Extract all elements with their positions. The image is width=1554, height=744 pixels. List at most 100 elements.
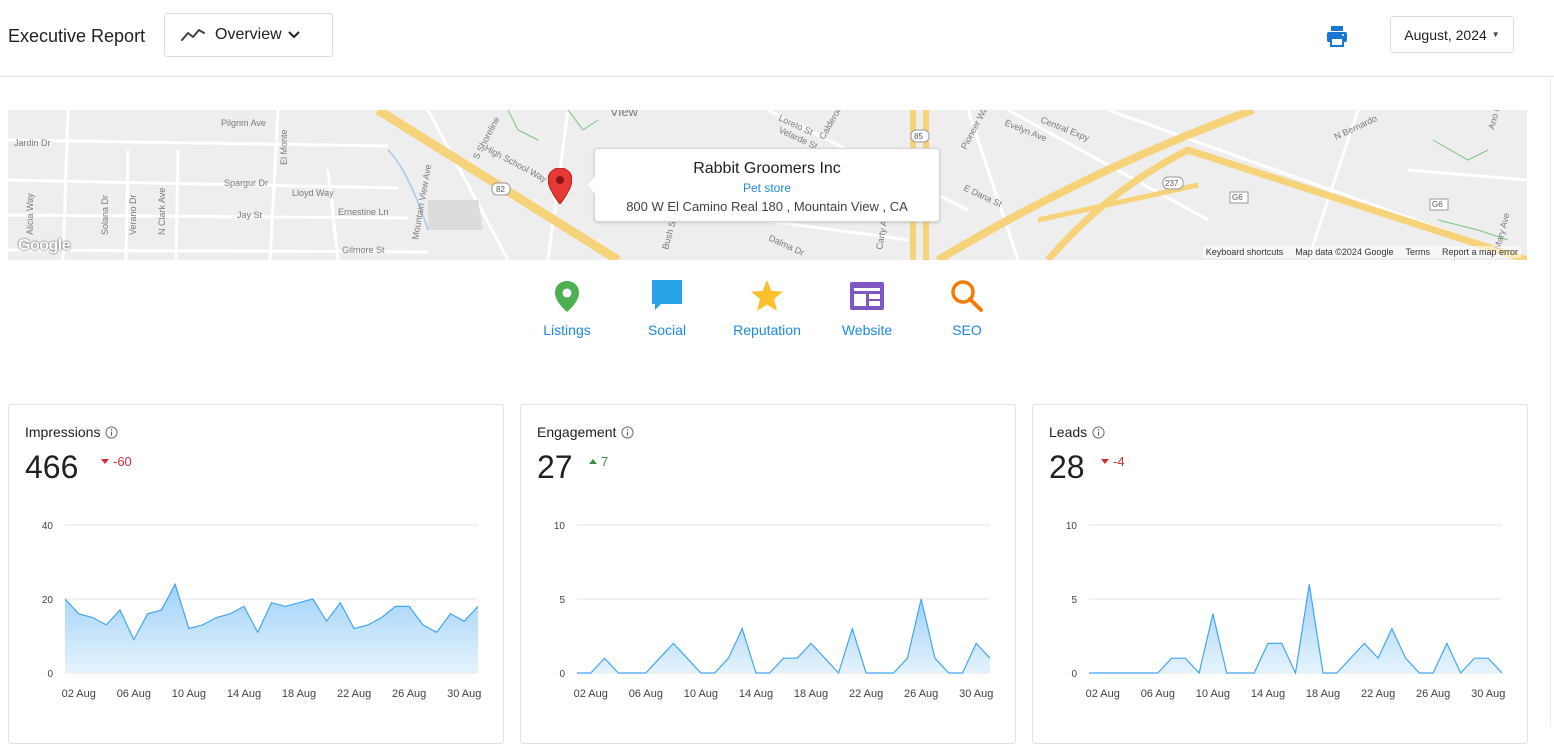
card-title-text: Engagement: [537, 424, 617, 440]
svg-text:Ernestine Ln: Ernestine Ln: [338, 207, 389, 217]
print-icon[interactable]: [1325, 24, 1349, 48]
google-logo[interactable]: Google: [18, 237, 71, 255]
nav-website[interactable]: Website: [822, 278, 912, 338]
svg-text:Lloyd Way: Lloyd Way: [292, 188, 334, 198]
y-tick-label: 5: [559, 595, 565, 606]
card-title: Engagement: [537, 424, 634, 440]
svg-text:Gilmore St: Gilmore St: [342, 245, 385, 255]
leads-card: Leads 28 -4 0 5 10 02 Aug 06 Aug 10 Aug 14 Aug…: [1032, 404, 1528, 744]
card-value: 466: [25, 449, 79, 485]
nav-reputation[interactable]: Reputation: [722, 278, 812, 338]
date-picker-label: August, 2024: [1404, 26, 1487, 43]
date-picker-button[interactable]: August, 2024 ▼: [1390, 16, 1514, 53]
triangle-up-icon: [589, 459, 597, 464]
magnifier-icon: [951, 280, 983, 312]
y-tick-label: 10: [1066, 521, 1078, 532]
svg-text:Jardin Dr: Jardin Dr: [14, 138, 51, 148]
report-map-error-link[interactable]: Report a map error: [1442, 247, 1518, 257]
nav-social[interactable]: Social: [622, 278, 712, 338]
svg-text:N Clark Ave: N Clark Ave: [157, 188, 167, 235]
svg-text:Mary Ave: Mary Ave: [1492, 212, 1511, 251]
svg-text:View: View: [610, 110, 639, 119]
nav-reputation-label: Reputation: [733, 322, 801, 338]
leads-chart: 0 5 10 02 Aug 06 Aug 10 Aug 14 Aug 18 Aug 22 Aug…: [1066, 521, 1505, 700]
x-tick-label: 02 Aug: [574, 688, 608, 700]
card-delta-value: -60: [113, 454, 132, 469]
chevron-down-icon: [287, 31, 300, 39]
x-tick-label: 02 Aug: [62, 688, 96, 700]
x-tick-label: 26 Aug: [392, 688, 426, 700]
map-pin-icon[interactable]: [548, 168, 572, 204]
view-dropdown[interactable]: Overview: [164, 13, 333, 57]
chat-bubble-icon: [652, 280, 682, 310]
series-area: [1089, 584, 1502, 673]
business-name: Rabbit Groomers Inc: [693, 160, 841, 177]
svg-text:Spargur Dr: Spargur Dr: [224, 178, 268, 188]
scrollbar-track[interactable]: [1550, 78, 1551, 725]
card-delta: -60: [101, 454, 132, 469]
caret-down-icon: ▼: [1491, 30, 1500, 39]
card-value: 27: [537, 449, 573, 485]
svg-text:Solana Dr: Solana Dr: [100, 195, 110, 235]
top-bar: Executive Report Overview August, 2024 ▼: [0, 0, 1554, 77]
x-tick-label: 18 Aug: [282, 688, 316, 700]
map-data-attribution: Map data ©2024 Google: [1295, 247, 1394, 257]
parcel: [428, 200, 483, 230]
business-category-link[interactable]: Pet store: [595, 181, 939, 195]
card-title: Impressions: [25, 424, 119, 440]
y-tick-label: 5: [1071, 595, 1077, 606]
trend-line-icon: [181, 29, 205, 41]
impressions-chart: 0 20 40 02 Aug 06 Aug 10 Aug 14 Aug 18 Aug 22 Au…: [42, 521, 481, 700]
y-tick-label: 0: [47, 669, 53, 680]
business-address: 800 W El Camino Real 180 , Mountain View…: [626, 199, 908, 214]
x-tick-label: 26 Aug: [1416, 688, 1450, 700]
x-tick-label: 22 Aug: [337, 688, 371, 700]
card-delta-value: 7: [601, 454, 609, 469]
location-pin-icon: [555, 281, 579, 312]
x-tick-label: 10 Aug: [684, 688, 718, 700]
terms-link[interactable]: Terms: [1405, 247, 1430, 257]
svg-text:El Monte: El Monte: [279, 129, 289, 165]
series-area: [577, 599, 990, 673]
card-title-text: Impressions: [25, 424, 101, 440]
svg-text:G6: G6: [1432, 200, 1443, 209]
card-title-text: Leads: [1049, 424, 1088, 440]
x-tick-label: 18 Aug: [794, 688, 828, 700]
card-delta: 7: [589, 454, 608, 469]
svg-text:Central Expy: Central Expy: [1039, 115, 1091, 144]
svg-text:Alicia Way: Alicia Way: [25, 193, 35, 235]
x-tick-label: 06 Aug: [117, 688, 151, 700]
x-tick-label: 18 Aug: [1306, 688, 1340, 700]
map[interactable]: 82 85 237 G6 G6 Pilgrim Ave Jardin Dr Sp…: [8, 110, 1527, 260]
series-area: [65, 584, 478, 673]
card-delta: -4: [1101, 454, 1125, 469]
svg-text:Pioneer Way: Pioneer Way: [959, 110, 992, 151]
nav-listings[interactable]: Listings: [522, 278, 612, 338]
nav-seo-label: SEO: [952, 322, 982, 338]
svg-text:82: 82: [496, 185, 505, 194]
card-title: Leads: [1049, 424, 1105, 440]
y-tick-label: 10: [554, 521, 566, 532]
x-tick-label: 06 Aug: [629, 688, 663, 700]
map-footer: Keyboard shortcuts Map data ©2024 Google…: [1202, 246, 1521, 258]
nav-listings-label: Listings: [543, 322, 591, 338]
nav-seo[interactable]: SEO: [922, 278, 1012, 338]
x-tick-label: 30 Aug: [959, 688, 993, 700]
engagement-card: Engagement 27 7 0 5 10 02 Aug 06 Aug 10 Aug 14…: [520, 404, 1016, 744]
x-tick-label: 26 Aug: [904, 688, 938, 700]
x-tick-label: 14 Aug: [1251, 688, 1285, 700]
keyboard-shortcuts-link[interactable]: Keyboard shortcuts: [1206, 247, 1284, 257]
svg-text:Calderon: Calderon: [817, 110, 844, 141]
y-tick-label: 40: [42, 521, 54, 532]
info-icon[interactable]: [1092, 425, 1105, 439]
nav-social-label: Social: [647, 322, 687, 338]
x-tick-label: 22 Aug: [1361, 688, 1395, 700]
x-tick-label: 30 Aug: [447, 688, 481, 700]
y-tick-label: 0: [559, 669, 565, 680]
x-tick-label: 22 Aug: [849, 688, 883, 700]
y-tick-label: 0: [1071, 669, 1077, 680]
card-value: 28: [1049, 449, 1085, 485]
map-info-window: Rabbit Groomers Inc Pet store 800 W El C…: [585, 148, 940, 222]
info-icon[interactable]: [105, 425, 119, 439]
info-icon[interactable]: [621, 425, 634, 439]
